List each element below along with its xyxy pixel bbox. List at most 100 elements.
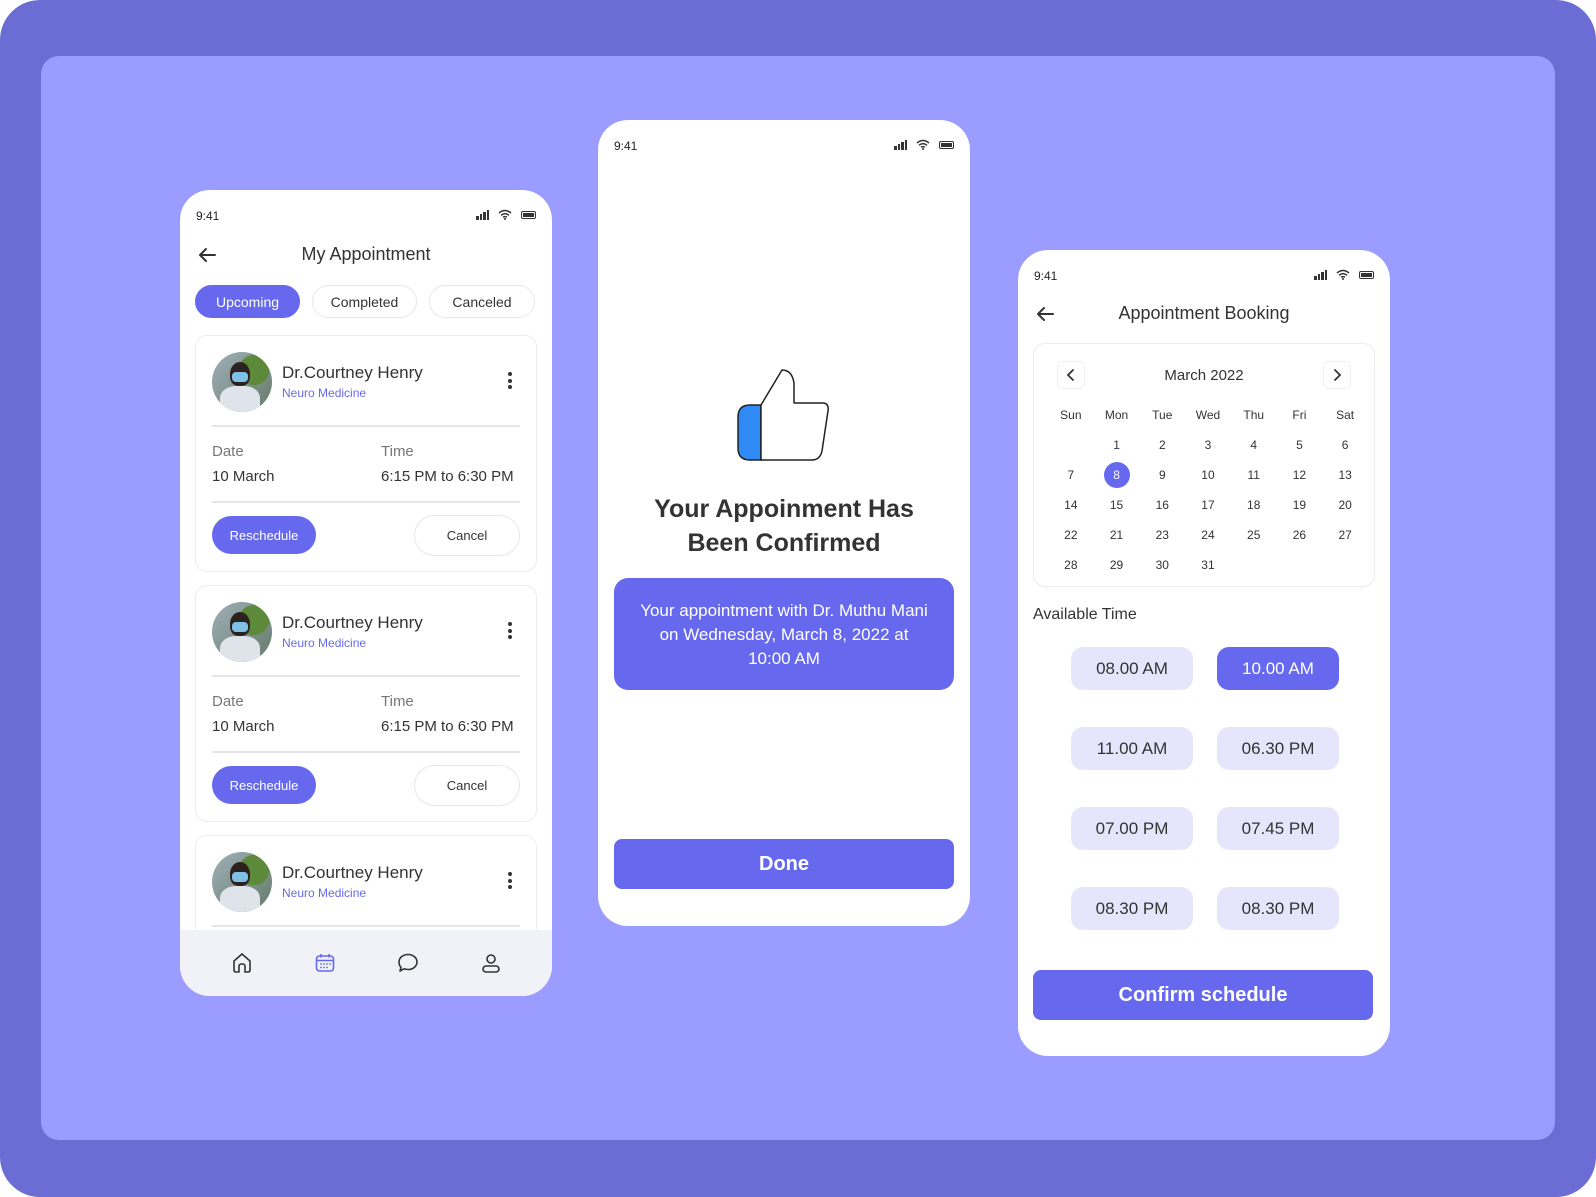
calendar-empty-cell [1277,551,1323,579]
calendar-day-number: 22 [1064,528,1078,542]
calendar-day[interactable]: 6 [1322,431,1368,459]
time-value: 6:15 PM to 6:30 PM [381,718,514,735]
time-label: Time [381,443,414,460]
more-options-icon[interactable] [508,872,512,889]
calendar-day[interactable]: 21 [1094,521,1140,549]
calendar-day[interactable]: 2 [1139,431,1185,459]
tab-canceled[interactable]: Canceled [429,285,535,318]
weekday-label: Sun [1060,408,1082,422]
doctor-avatar [212,352,272,412]
calendar-day[interactable]: 9 [1139,461,1185,489]
nav-calendar[interactable] [307,945,343,981]
nav-home[interactable] [224,945,260,981]
calendar-day[interactable]: 3 [1185,431,1231,459]
header: Appointment Booking [1018,299,1390,329]
nav-chat[interactable] [390,945,426,981]
calendar-day-number [1286,552,1312,578]
calendar-day[interactable]: 24 [1185,521,1231,549]
calendar-day[interactable]: 30 [1139,551,1185,579]
calendar-day-number [1332,552,1358,578]
calendar-day[interactable]: 7 [1048,461,1094,489]
page-title: Appointment Booking [1118,303,1290,323]
more-options-icon[interactable] [508,372,512,389]
confirm-schedule-button[interactable]: Confirm schedule [1033,970,1373,1020]
calendar-day[interactable]: 23 [1139,521,1185,549]
time-slot[interactable]: 06.30 PM [1217,727,1339,770]
calendar-day[interactable]: 22 [1048,521,1094,549]
date-label: Date [212,443,244,460]
status-bar: 9:41 [180,190,552,230]
nav-profile[interactable] [473,945,509,981]
time-slot[interactable]: 07.00 PM [1071,807,1193,850]
tab-upcoming[interactable]: Upcoming [195,285,300,318]
calendar-icon [315,954,334,972]
calendar-day[interactable]: 28 [1048,551,1094,579]
calendar-day[interactable]: 4 [1231,431,1277,459]
calendar-day-number: 31 [1201,558,1215,572]
next-month-button[interactable] [1323,361,1351,389]
calendar-day-number: 12 [1292,468,1307,482]
bottom-navigation [180,930,552,996]
doctor-specialty: Neuro Medicine [282,386,367,400]
calendar-day[interactable]: 1 [1094,431,1140,459]
calendar-day[interactable]: 10 [1185,461,1231,489]
phone-confirmation: 9:41 Your Appoinment Has Been Confirmed … [598,120,970,926]
calendar-day[interactable]: 13 [1322,461,1368,489]
reschedule-button[interactable]: Reschedule [212,766,316,804]
calendar-day[interactable]: 27 [1322,521,1368,549]
calendar-day[interactable]: 11 [1231,461,1277,489]
status-time: 9:41 [614,139,638,153]
done-button[interactable]: Done [614,839,954,889]
divider [212,675,520,677]
doctor-avatar [212,602,272,662]
time-slot[interactable]: 08.00 AM [1071,647,1193,690]
calendar-day-number: 28 [1064,558,1078,572]
cancel-button[interactable]: Cancel [414,515,520,556]
doctor-avatar [212,852,272,912]
calendar-day[interactable]: 29 [1094,551,1140,579]
date-value: 10 March [212,468,275,485]
calendar-day[interactable]: 14 [1048,491,1094,519]
calendar-day[interactable]: 25 [1231,521,1277,549]
calendar-day-number: 3 [1204,438,1212,452]
date-label: Date [212,693,244,710]
calendar-empty-cell [1048,431,1094,459]
calendar-day[interactable]: 19 [1277,491,1323,519]
weekday-label: Fri [1292,408,1307,422]
calendar-empty-cell [1322,551,1368,579]
calendar-day-number: 6 [1341,438,1349,452]
calendar-day[interactable]: 31 [1185,551,1231,579]
time-slot[interactable]: 08.30 PM [1071,887,1193,930]
calendar-day[interactable]: 16 [1139,491,1185,519]
time-slot[interactable]: 07.45 PM [1217,807,1339,850]
calendar-day-number: 16 [1155,498,1169,512]
calendar-day[interactable]: 12 [1277,461,1323,489]
more-options-icon[interactable] [508,622,512,639]
doctor-specialty: Neuro Medicine [282,636,367,650]
reschedule-button[interactable]: Reschedule [212,516,316,554]
doctor-name: Dr.Courtney Henry [282,363,423,382]
weekday-row: Sun Mon Tue Wed Thu Fri Sat [1048,400,1368,430]
phone-my-appointment: 9:41 My Appointment Upcoming Completed C… [180,190,552,996]
calendar-day[interactable]: 15 [1094,491,1140,519]
week-row: 22 21 23 24 25 26 27 [1048,520,1368,550]
calendar-day[interactable]: 17 [1185,491,1231,519]
time-slot-selected[interactable]: 10.00 AM [1217,647,1339,690]
calendar-day[interactable]: 20 [1322,491,1368,519]
status-time: 9:41 [196,209,220,223]
calendar-day[interactable]: 18 [1231,491,1277,519]
time-label: Time [381,693,414,710]
tab-completed[interactable]: Completed [312,285,417,318]
page-title: My Appointment [301,244,431,264]
time-value: 6:15 PM to 6:30 PM [381,468,514,485]
time-slot[interactable]: 11.00 AM [1071,727,1193,770]
time-slot[interactable]: 08.30 PM [1217,887,1339,930]
cancel-button[interactable]: Cancel [414,765,520,806]
signal-icon [894,139,907,150]
calendar-day-selected[interactable]: 8 [1094,461,1140,489]
calendar-day[interactable]: 5 [1277,431,1323,459]
calendar-day[interactable]: 26 [1277,521,1323,549]
calendar-day-number: 26 [1292,528,1307,542]
calendar-day-number: 23 [1155,528,1169,542]
calendar-day-number: 9 [1158,468,1166,482]
